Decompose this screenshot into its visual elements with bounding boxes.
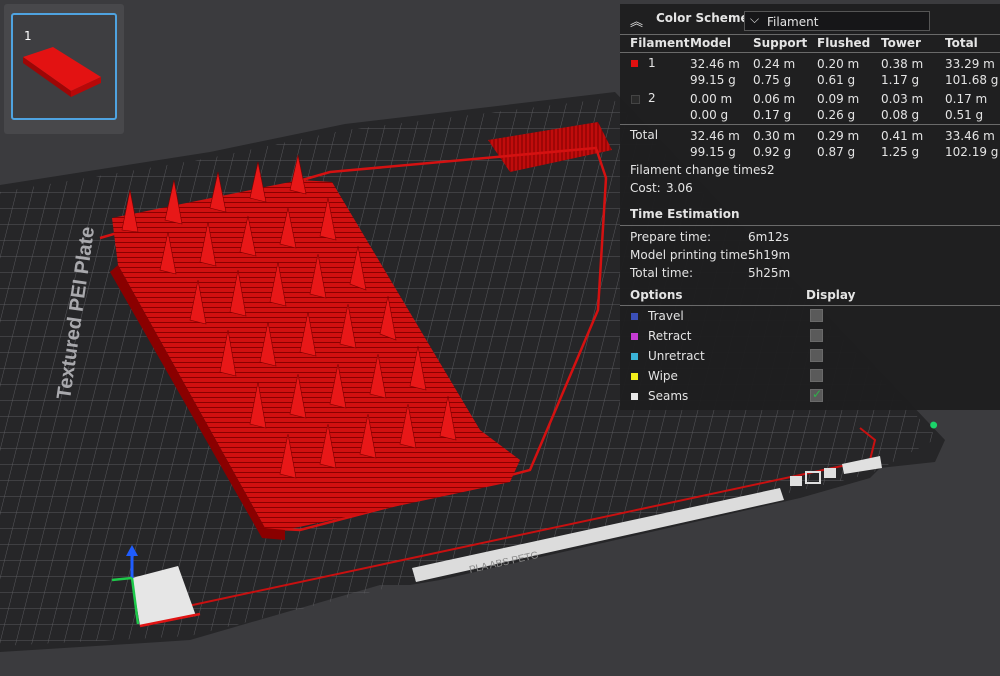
travel-swatch <box>631 313 638 320</box>
total-weight: 102.19 g <box>945 145 999 159</box>
filament-1-swatch <box>631 60 638 67</box>
total-weight: 0.51 g <box>945 108 984 122</box>
travel-checkbox[interactable] <box>810 309 823 322</box>
plate-thumbnail-panel: 1 <box>4 4 124 134</box>
total-length: 0.17 m <box>945 92 988 106</box>
chevron-down-icon: ⌵ <box>750 12 760 26</box>
total-time-label: Total time: <box>630 266 693 280</box>
support-length: 0.24 m <box>753 57 796 71</box>
tower-weight: 1.17 g <box>881 73 920 87</box>
model-weight: 0.00 g <box>690 108 729 122</box>
prepare-time-label: Prepare time: <box>630 230 712 244</box>
flushed-weight: 0.87 g <box>817 145 856 159</box>
cost-value: 3.06 <box>666 181 693 195</box>
col-tower: Tower <box>881 36 921 50</box>
unretract-swatch <box>631 353 638 360</box>
support-weight: 0.17 g <box>753 108 792 122</box>
model-length: 32.46 m <box>690 129 740 143</box>
wipe-swatch <box>631 373 638 380</box>
tower-length: 0.03 m <box>881 92 924 106</box>
filament-id: 1 <box>648 56 656 70</box>
tower-weight: 0.08 g <box>881 108 920 122</box>
option-label: Travel <box>648 309 684 323</box>
col-filament: Filament <box>630 36 690 50</box>
support-length: 0.30 m <box>753 129 796 143</box>
col-flushed: Flushed <box>817 36 871 50</box>
total-weight: 101.68 g <box>945 73 999 87</box>
option-label: Seams <box>648 389 689 403</box>
flushed-length: 0.20 m <box>817 57 860 71</box>
retract-checkbox[interactable] <box>810 329 823 342</box>
support-length: 0.06 m <box>753 92 796 106</box>
checkmark-icon: ✓ <box>812 387 823 401</box>
total-label: Total <box>630 128 659 142</box>
model-printing-time-label: Model printing time: <box>630 248 752 262</box>
support-weight: 0.92 g <box>753 145 792 159</box>
model-weight: 99.15 g <box>690 145 736 159</box>
tower-length: 0.41 m <box>881 129 924 143</box>
plate-number: 1 <box>24 29 32 43</box>
seams-checkbox[interactable]: ✓ <box>810 387 823 402</box>
col-support: Support <box>753 36 808 50</box>
time-estimation-title: Time Estimation <box>630 207 740 221</box>
options-header: Options <box>630 288 683 302</box>
unretract-checkbox[interactable] <box>810 349 823 362</box>
tower-weight: 1.25 g <box>881 145 920 159</box>
cost-label: Cost: <box>630 181 661 195</box>
option-label: Unretract <box>648 349 705 363</box>
model-printing-time-value: 5h19m <box>748 248 791 262</box>
filament-change-label: Filament change times: <box>630 163 771 177</box>
model-weight: 99.15 g <box>690 73 736 87</box>
color-scheme-value: Filament <box>767 15 819 29</box>
total-time-value: 5h25m <box>748 266 791 280</box>
option-label: Wipe <box>648 369 678 383</box>
wipe-checkbox[interactable] <box>810 369 823 382</box>
flushed-weight: 0.61 g <box>817 73 856 87</box>
display-header: Display <box>806 288 856 302</box>
collapse-chevron-icon[interactable]: ︽ <box>630 11 643 30</box>
filament-id: 2 <box>648 91 656 105</box>
model-length: 32.46 m <box>690 57 740 71</box>
filament-2-swatch <box>631 95 640 104</box>
color-scheme-select[interactable]: ⌵ Filament <box>744 11 930 31</box>
flushed-length: 0.29 m <box>817 129 860 143</box>
total-length: 33.46 m <box>945 129 995 143</box>
color-scheme-label: Color Scheme <box>656 11 749 25</box>
total-length: 33.29 m <box>945 57 995 71</box>
flushed-length: 0.09 m <box>817 92 860 106</box>
tower-length: 0.38 m <box>881 57 924 71</box>
seams-swatch <box>631 393 638 400</box>
support-weight: 0.75 g <box>753 73 792 87</box>
slice-stats-panel: ︽ Color Scheme ⌵ Filament Filament Model… <box>620 4 1000 410</box>
col-total: Total <box>945 36 978 50</box>
retract-swatch <box>631 333 638 340</box>
model-length: 0.00 m <box>690 92 733 106</box>
option-label: Retract <box>648 329 692 343</box>
col-model: Model <box>690 36 732 50</box>
prepare-time-value: 6m12s <box>748 230 789 244</box>
filament-change-value: 2 <box>767 163 775 177</box>
flushed-weight: 0.26 g <box>817 108 856 122</box>
